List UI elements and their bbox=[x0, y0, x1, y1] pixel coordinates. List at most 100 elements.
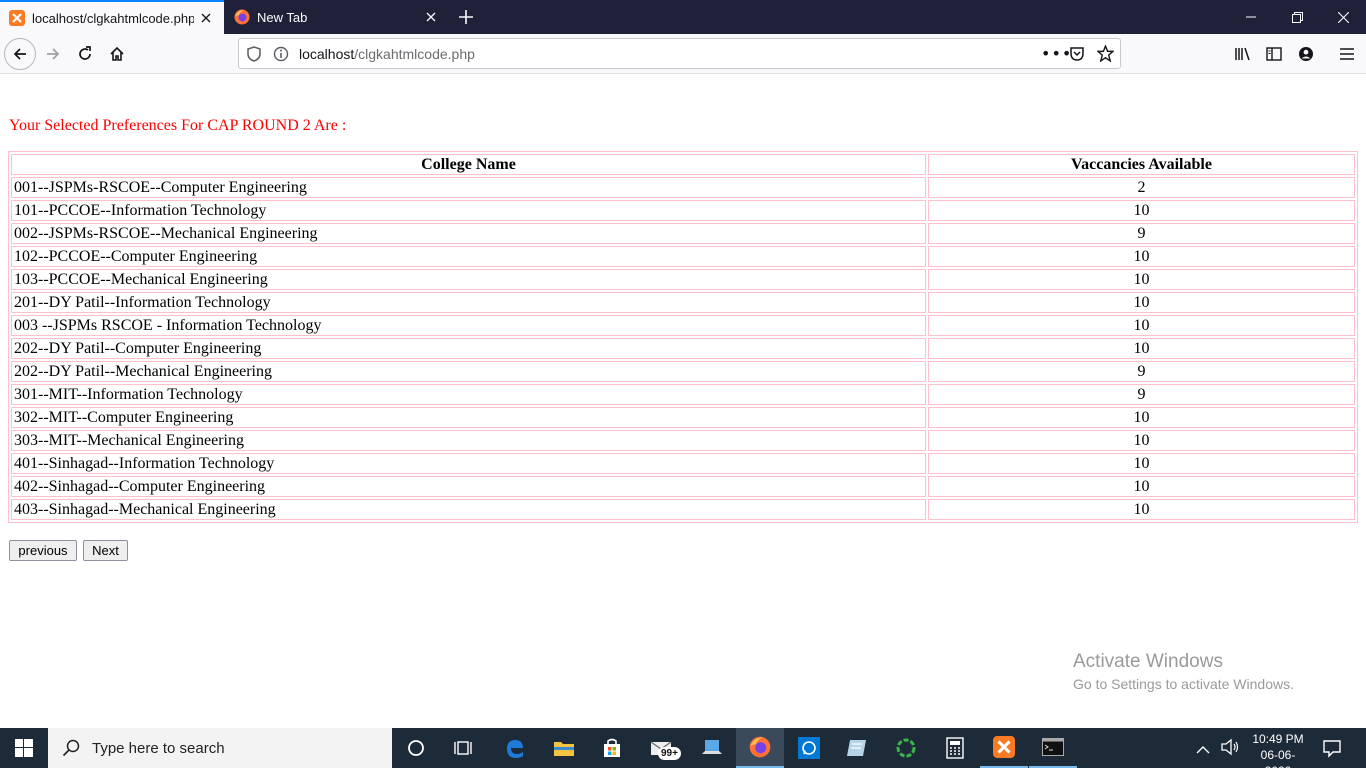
page-heading: Your Selected Preferences For CAP ROUND … bbox=[9, 117, 347, 134]
sidebar-icon[interactable] bbox=[1258, 38, 1290, 70]
back-arrow-icon[interactable] bbox=[4, 38, 36, 70]
table-body: 001--JSPMs-RSCOE--Computer Engineering 2 1… bbox=[11, 177, 1355, 520]
mail-icon[interactable]: 99+ bbox=[638, 728, 686, 768]
windows-start-icon[interactable] bbox=[0, 728, 48, 768]
close-tab-icon[interactable] bbox=[419, 5, 443, 29]
url-bar[interactable]: localhost/clgkahtmlcode.php ••• bbox=[238, 38, 1121, 69]
college-name-cell: 201--DY Patil--Information Technology bbox=[11, 292, 926, 313]
url-host: localhost bbox=[299, 46, 355, 62]
previous-button[interactable]: previous bbox=[9, 540, 77, 561]
calculator-icon[interactable] bbox=[931, 728, 979, 768]
vacancies-cell: 10 bbox=[928, 453, 1355, 474]
account-icon[interactable] bbox=[1290, 38, 1322, 70]
page-actions-menu-icon[interactable]: ••• bbox=[1041, 44, 1072, 63]
file-explorer-icon[interactable] bbox=[540, 728, 588, 768]
tab-title: New Tab bbox=[257, 9, 308, 25]
college-name-cell: 202--DY Patil--Mechanical Engineering bbox=[11, 361, 926, 382]
task-view-icon[interactable] bbox=[440, 728, 488, 768]
tab-localhost[interactable]: localhost/clgkahtmlcode.php bbox=[0, 0, 224, 34]
tracking-protection-shield-icon[interactable] bbox=[247, 46, 261, 66]
college-name-cell: 001--JSPMs-RSCOE--Computer Engineering bbox=[11, 177, 926, 198]
vacancies-cell: 10 bbox=[928, 407, 1355, 428]
command-prompt-icon[interactable] bbox=[1029, 728, 1077, 768]
mail-unread-badge: 99+ bbox=[658, 747, 681, 760]
laptop-app-icon[interactable] bbox=[688, 728, 736, 768]
vacancies-cell: 10 bbox=[928, 338, 1355, 359]
reload-icon[interactable] bbox=[69, 38, 101, 70]
tab-title: localhost/clgkahtmlcode.php bbox=[32, 10, 194, 26]
close-tab-icon[interactable] bbox=[194, 6, 218, 30]
system-clock[interactable]: 10:49 PM 06-06-2020 bbox=[1248, 731, 1308, 768]
college-name-cell: 401--Sinhagad--Information Technology bbox=[11, 453, 926, 474]
firefox-icon bbox=[234, 9, 250, 25]
search-icon bbox=[62, 739, 80, 757]
clock-date: 06-06-2020 bbox=[1260, 748, 1296, 768]
close-window-icon[interactable] bbox=[1320, 0, 1366, 34]
table-row: 003 --JSPMs RSCOE - Information Technolo… bbox=[11, 315, 1355, 336]
table-row: 301--MIT--Information Technology 9 bbox=[11, 384, 1355, 405]
edge-browser-icon[interactable] bbox=[491, 728, 539, 768]
pocket-icon[interactable] bbox=[1069, 46, 1085, 66]
preferences-table: College Name Vaccancies Available 001--J… bbox=[8, 151, 1358, 523]
microsoft-store-icon[interactable] bbox=[588, 728, 636, 768]
vacancies-cell: 9 bbox=[928, 361, 1355, 382]
vacancies-cell: 10 bbox=[928, 476, 1355, 497]
activate-windows-watermark: Activate Windows Go to Settings to activ… bbox=[1073, 651, 1294, 692]
college-name-cell: 302--MIT--Computer Engineering bbox=[11, 407, 926, 428]
table-row: 403--Sinhagad--Mechanical Engineering 10 bbox=[11, 499, 1355, 520]
search-placeholder: Type here to search bbox=[92, 739, 225, 757]
vacancies-cell: 10 bbox=[928, 269, 1355, 290]
minimize-window-icon[interactable] bbox=[1228, 0, 1274, 34]
vacancies-cell: 9 bbox=[928, 223, 1355, 244]
vacancies-cell: 10 bbox=[928, 315, 1355, 336]
new-tab-plus-icon[interactable] bbox=[452, 4, 480, 30]
navigation-toolbar: localhost/clgkahtmlcode.php ••• bbox=[0, 34, 1366, 74]
table-row: 402--Sinhagad--Computer Engineering 10 bbox=[11, 476, 1355, 497]
vacancies-cell: 10 bbox=[928, 430, 1355, 451]
home-icon[interactable] bbox=[101, 38, 133, 70]
table-row: 001--JSPMs-RSCOE--Computer Engineering 2 bbox=[11, 177, 1355, 198]
bookmark-star-icon[interactable] bbox=[1096, 44, 1115, 66]
firefox-taskbar-icon[interactable] bbox=[736, 728, 784, 768]
restore-window-icon[interactable] bbox=[1274, 0, 1320, 34]
college-name-cell: 103--PCCOE--Mechanical Engineering bbox=[11, 269, 926, 290]
url-text: localhost/clgkahtmlcode.php bbox=[299, 46, 475, 62]
vacancies-cell: 10 bbox=[928, 200, 1355, 221]
college-name-cell: 202--DY Patil--Computer Engineering bbox=[11, 338, 926, 359]
watermark-subtitle: Go to Settings to activate Windows. bbox=[1073, 676, 1294, 692]
whatsapp-icon[interactable] bbox=[785, 728, 833, 768]
college-name-cell: 002--JSPMs-RSCOE--Mechanical Engineering bbox=[11, 223, 926, 244]
table-row: 102--PCCOE--Computer Engineering 10 bbox=[11, 246, 1355, 267]
site-info-icon[interactable] bbox=[273, 46, 289, 66]
table-row: 103--PCCOE--Mechanical Engineering 10 bbox=[11, 269, 1355, 290]
xampp-taskbar-icon[interactable] bbox=[980, 728, 1028, 768]
forward-arrow-icon[interactable] bbox=[37, 38, 69, 70]
notifications-icon[interactable] bbox=[1322, 738, 1342, 762]
volume-icon[interactable] bbox=[1220, 738, 1240, 760]
column-header-college-name: College Name bbox=[11, 154, 926, 175]
college-name-cell: 102--PCCOE--Computer Engineering bbox=[11, 246, 926, 267]
hamburger-menu-icon[interactable] bbox=[1331, 38, 1363, 70]
sticky-note-icon[interactable] bbox=[833, 728, 881, 768]
table-header-row: College Name Vaccancies Available bbox=[11, 154, 1355, 175]
library-icon[interactable] bbox=[1227, 38, 1259, 70]
taskbar-search-box[interactable]: Type here to search bbox=[48, 728, 392, 768]
url-path: /clgkahtmlcode.php bbox=[354, 46, 475, 62]
progress-ring-icon[interactable] bbox=[882, 728, 930, 768]
table-row: 302--MIT--Computer Engineering 10 bbox=[11, 407, 1355, 428]
college-name-cell: 101--PCCOE--Information Technology bbox=[11, 200, 926, 221]
vacancies-cell: 2 bbox=[928, 177, 1355, 198]
cortana-icon[interactable] bbox=[392, 728, 440, 768]
table-row: 401--Sinhagad--Information Technology 10 bbox=[11, 453, 1355, 474]
vacancies-cell: 9 bbox=[928, 384, 1355, 405]
vacancies-cell: 10 bbox=[928, 292, 1355, 313]
browser-tab-strip: localhost/clgkahtmlcode.php New Tab bbox=[0, 0, 1366, 34]
table-row: 201--DY Patil--Information Technology 10 bbox=[11, 292, 1355, 313]
tab-new-tab[interactable]: New Tab bbox=[225, 0, 449, 34]
next-button[interactable]: Next bbox=[83, 540, 128, 561]
show-hidden-icons-chevron-icon[interactable] bbox=[1196, 740, 1210, 759]
table-row: 002--JSPMs-RSCOE--Mechanical Engineering… bbox=[11, 223, 1355, 244]
college-name-cell: 303--MIT--Mechanical Engineering bbox=[11, 430, 926, 451]
xampp-icon bbox=[9, 10, 25, 26]
table-row: 202--DY Patil--Computer Engineering 10 bbox=[11, 338, 1355, 359]
